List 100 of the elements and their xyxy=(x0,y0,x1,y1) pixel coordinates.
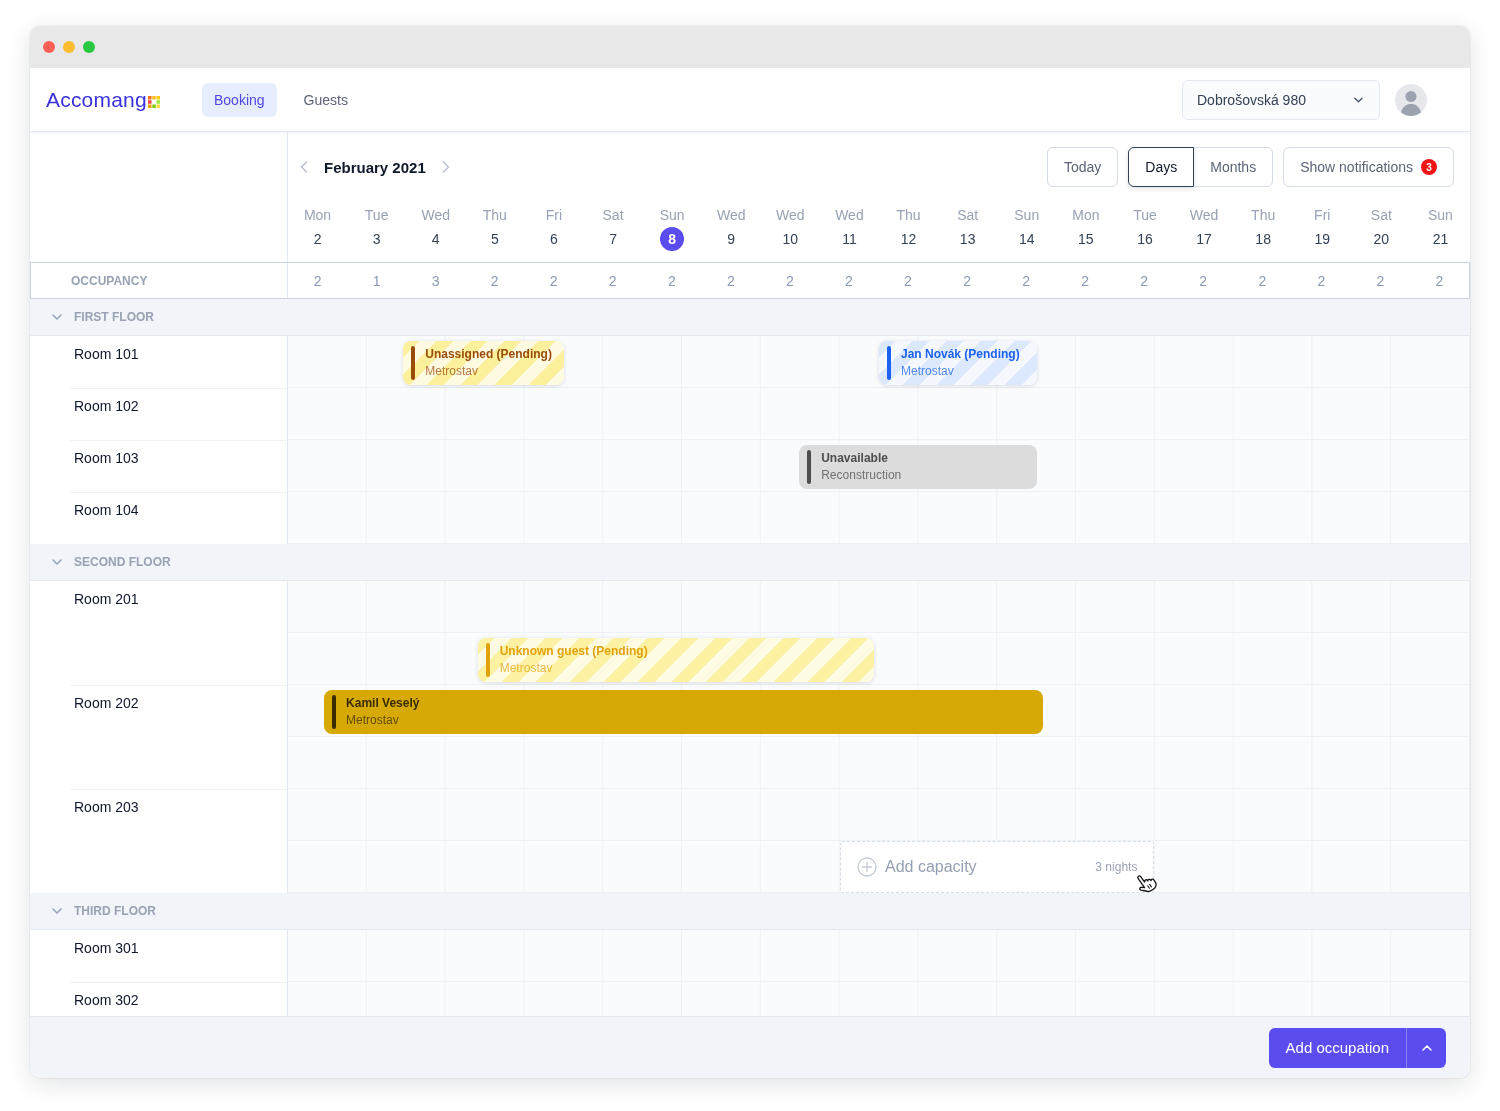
occupancy-count: 2 xyxy=(1434,272,1445,289)
occupancy-count: 2 xyxy=(607,272,618,289)
booking-title: Jan Novák (Pending) xyxy=(901,346,1020,363)
day-number[interactable]: 4 xyxy=(423,227,448,251)
room-name: Room 202 xyxy=(74,695,140,712)
today-button[interactable]: Today xyxy=(1046,147,1119,187)
occupancy-count: 2 xyxy=(1080,272,1091,289)
weekday-label: Wed xyxy=(716,206,746,225)
weekday-label: Sat xyxy=(1370,206,1392,225)
weekday-label: Sun xyxy=(1427,206,1453,225)
day-number[interactable]: 6 xyxy=(541,227,566,251)
weekday-label: Thu xyxy=(482,206,507,225)
add-circle-icon xyxy=(857,857,877,877)
day-number[interactable]: 3 xyxy=(364,227,389,251)
day-number[interactable]: 5 xyxy=(482,227,507,251)
chevron-up-icon xyxy=(1421,1044,1432,1051)
booking-title: Unassigned (Pending) xyxy=(425,346,552,363)
weekday-label: Fri xyxy=(545,206,563,225)
weekday-label: Wed xyxy=(421,206,450,225)
weekday-label: Thu xyxy=(896,206,921,225)
day-number[interactable]: 20 xyxy=(1369,227,1394,251)
day-number[interactable]: 21 xyxy=(1428,227,1453,251)
occupancy-count: 2 xyxy=(1257,272,1268,289)
day-number[interactable]: 13 xyxy=(955,227,980,251)
occupancy-count: 1 xyxy=(371,272,382,289)
occupancy-count: 2 xyxy=(489,272,500,289)
occupancy-count: 2 xyxy=(844,272,854,289)
booking-subtitle: Metrostav xyxy=(425,363,479,380)
booking-card[interactable]: Jan Novák (Pending) Metrostav xyxy=(879,341,1037,385)
floor-title: THIRD FLOOR xyxy=(74,904,156,918)
weekday-label: Tue xyxy=(1133,206,1157,225)
floor-title: SECOND FLOOR xyxy=(74,555,171,569)
booking-card[interactable]: Unavailable Reconstruction xyxy=(799,445,1037,489)
weekday-label: Wed xyxy=(776,206,805,225)
close-icon[interactable] xyxy=(43,41,55,53)
month-title: February 2021 xyxy=(324,158,426,176)
weekday-label: Mon xyxy=(303,206,332,225)
minimize-icon[interactable] xyxy=(63,41,75,53)
occupancy-count: 2 xyxy=(666,272,677,289)
weekday-label: Sat xyxy=(602,206,624,225)
booking-subtitle: Metrostav xyxy=(901,363,955,380)
booking-title: Unknown guest (Pending) xyxy=(499,643,648,660)
nav-tab[interactable]: Booking xyxy=(202,82,277,117)
day-number[interactable]: 9 xyxy=(719,227,744,251)
room-name: Room 301 xyxy=(74,940,140,957)
day-number[interactable]: 19 xyxy=(1310,227,1335,251)
view-tab[interactable]: Months xyxy=(1193,147,1274,187)
weekday-label: Sun xyxy=(1014,206,1040,225)
weekday-label: Sun xyxy=(659,206,685,225)
room-name: Room 102 xyxy=(74,398,140,415)
booking-title: Unavailable xyxy=(821,450,889,467)
day-number[interactable]: 8 xyxy=(660,227,685,251)
chevron-down-icon[interactable] xyxy=(52,908,62,914)
occupancy-count: 3 xyxy=(430,272,441,289)
add-occupation-button[interactable]: Add occupation xyxy=(1268,1027,1406,1068)
avatar-icon[interactable] xyxy=(1395,83,1427,116)
chevron-right-icon[interactable] xyxy=(441,161,450,173)
show-notifications-button[interactable]: Show notifications 3 xyxy=(1283,147,1454,187)
occupancy-count: 2 xyxy=(1198,272,1209,289)
maximize-icon[interactable] xyxy=(83,41,95,53)
occupancy-label: OCCUPANCY xyxy=(71,273,148,288)
day-number[interactable]: 10 xyxy=(778,227,803,251)
chevron-down-icon[interactable] xyxy=(52,314,62,320)
day-number[interactable]: 17 xyxy=(1192,227,1217,251)
booking-title: Kamil Veselý xyxy=(346,695,420,712)
nav-tab[interactable]: Guests xyxy=(291,82,360,117)
room-name: Room 104 xyxy=(74,502,140,519)
occupancy-count: 2 xyxy=(1316,272,1327,289)
more-options-button[interactable] xyxy=(1406,1027,1446,1068)
day-number[interactable]: 15 xyxy=(1073,227,1098,251)
room-name: Room 101 xyxy=(74,346,140,363)
day-number[interactable]: 18 xyxy=(1251,227,1276,251)
occupancy-count: 2 xyxy=(1375,272,1386,289)
day-number[interactable]: 7 xyxy=(601,227,626,251)
booking-card[interactable]: Unassigned (Pending) Metrostav xyxy=(403,341,564,385)
day-number[interactable]: 11 xyxy=(837,227,862,251)
booking-subtitle: Metrostav xyxy=(499,660,554,677)
occupancy-count: 2 xyxy=(903,272,913,289)
chevron-down-icon[interactable] xyxy=(52,559,62,565)
occupancy-count: 2 xyxy=(785,272,795,289)
weekday-label: Wed xyxy=(1189,206,1219,225)
logo-text: Accomang xyxy=(46,87,147,112)
occupancy-count: 2 xyxy=(962,272,972,289)
booking-card[interactable]: Kamil Veselý Metrostav xyxy=(324,690,1044,734)
notification-count-badge: 3 xyxy=(1421,159,1437,175)
floor-title: FIRST FLOOR xyxy=(74,310,154,324)
weekday-label: Sat xyxy=(957,206,979,225)
chevron-down-icon xyxy=(1354,96,1363,103)
logo-mark-icon xyxy=(147,96,160,108)
weekday-label: Fri xyxy=(1314,206,1331,225)
day-number[interactable]: 16 xyxy=(1132,227,1157,251)
occupancy-count: 2 xyxy=(1139,272,1150,289)
chevron-left-icon[interactable] xyxy=(300,161,308,173)
property-select[interactable]: Dobrošovská 980 xyxy=(1182,79,1380,120)
occupancy-count: 2 xyxy=(548,272,559,289)
day-number[interactable]: 14 xyxy=(1014,227,1039,251)
day-number[interactable]: 2 xyxy=(305,227,330,251)
view-tab[interactable]: Days xyxy=(1128,147,1195,187)
nights-count: 3 nights xyxy=(1095,860,1138,874)
day-number[interactable]: 12 xyxy=(896,227,921,251)
